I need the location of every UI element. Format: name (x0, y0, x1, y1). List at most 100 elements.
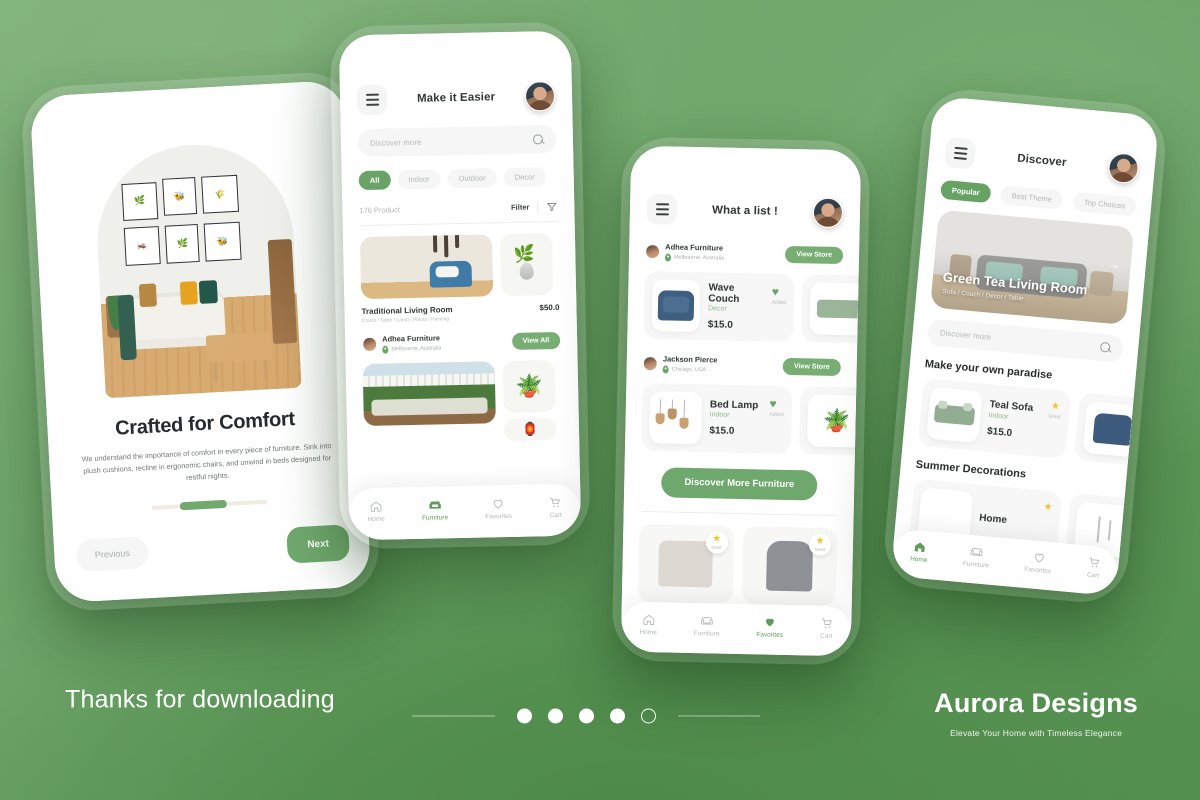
filter-label[interactable]: Filter (511, 203, 530, 212)
recommended-card[interactable]: ★ Great (741, 525, 838, 606)
pagination-dot[interactable] (516, 708, 532, 724)
plant-card[interactable]: 🪴 (502, 359, 556, 413)
filter-icon[interactable] (546, 201, 557, 212)
search-placeholder: Discover more (369, 137, 422, 148)
coffee-table (206, 332, 273, 363)
chip-decor[interactable]: Decor (503, 167, 546, 188)
avatar[interactable] (524, 80, 556, 112)
thanks-text: Thanks for downloading (65, 685, 335, 714)
favorites-screen: What a list ! Adhea Furniture Melbourne,… (620, 145, 862, 657)
nav-home[interactable]: Home (639, 612, 657, 636)
furniture-list-screen: Make it Easier Discover more All Indoor … (338, 30, 582, 541)
recommended-card[interactable]: ★ Great (637, 523, 734, 604)
pagination-line-right (677, 715, 760, 717)
lantern-card[interactable]: 🏮 (503, 417, 557, 441)
avatar[interactable] (1107, 151, 1140, 185)
product-image[interactable] (359, 234, 494, 300)
page-title: Make it Easier (416, 91, 496, 105)
pagination-dot[interactable] (547, 708, 563, 724)
pagination-dot-current[interactable] (640, 708, 656, 724)
product-price: $50.0 (539, 302, 560, 313)
next-arrow-icon[interactable]: → (1107, 256, 1121, 272)
chip-best-theme[interactable]: Best Theme (999, 185, 1064, 210)
view-all-button[interactable]: View All (511, 332, 561, 351)
previous-button[interactable]: Previous (75, 536, 150, 573)
banner-overlay (930, 209, 1135, 326)
nav-cart[interactable]: Cart (1086, 556, 1101, 580)
pendant-lamp (444, 235, 449, 258)
divider (359, 220, 558, 227)
nav-furniture[interactable]: Furniture (963, 544, 991, 570)
product-image[interactable] (362, 361, 496, 426)
nav-furniture-label: Furniture (421, 514, 449, 522)
product-price: $15.0 (986, 425, 1013, 439)
search-placeholder: Discover more (939, 328, 992, 342)
product-card[interactable]: Teal Sofa Indoor $15.0 ★ Great (917, 377, 1072, 460)
product-card[interactable]: Wave Couch Decor $15.0 ♥ Added (643, 270, 795, 342)
nav-cart-label: Cart (1086, 571, 1100, 580)
nav-home[interactable]: Home (367, 500, 385, 523)
rating-badge: ★ Great (705, 530, 728, 554)
search-input[interactable]: Discover more (926, 318, 1125, 363)
cushion (179, 281, 199, 305)
search-input[interactable]: Discover more (357, 124, 557, 158)
bottom-navigation: Home Furniture Favorites Cart (348, 483, 582, 541)
avatar[interactable] (812, 197, 844, 229)
menu-icon[interactable] (646, 193, 678, 225)
product-card[interactable]: Bed Lamp Indoor $15.0 ♥ Added (640, 382, 793, 454)
header: Make it Easier (356, 80, 556, 116)
product-card-next[interactable] (1073, 392, 1134, 465)
search-icon[interactable] (533, 134, 544, 145)
product-thumbnail (651, 278, 701, 332)
nav-furniture[interactable]: Furniture (693, 614, 720, 637)
rating-label: Great (1047, 413, 1061, 421)
nav-home[interactable]: Home (910, 540, 929, 564)
product-card-next[interactable]: 🪴 (798, 385, 857, 455)
location-pin-icon (664, 253, 672, 262)
seller-name: Jackson Pierce (662, 354, 718, 365)
sofa-icon (700, 616, 713, 625)
divider (537, 201, 539, 213)
pagination-dot[interactable] (609, 708, 625, 724)
seller-location: Chicago, USA (662, 364, 718, 374)
featured-banner[interactable]: → Green Tea Living Room Sofa / Couch / D… (930, 209, 1135, 326)
view-store-button[interactable]: View Store (782, 358, 841, 377)
brand-tagline: Elevate Your Home with Timeless Elegance (950, 728, 1123, 738)
phone-screen-3: What a list ! Adhea Furniture Melbourne,… (620, 145, 862, 657)
nav-cart-label: Cart (549, 511, 562, 520)
view-store-button[interactable]: View Store (785, 246, 844, 265)
menu-icon[interactable] (356, 84, 388, 116)
favorite-heart-icon[interactable]: ♥ (772, 284, 787, 298)
plant-card[interactable] (499, 233, 554, 297)
pagination-dot[interactable] (578, 708, 594, 724)
nav-cart[interactable]: Cart (549, 496, 562, 519)
nav-favorites[interactable]: Favorites (1024, 550, 1053, 575)
chip-top-choices[interactable]: Top Choices (1072, 191, 1137, 217)
home-icon (914, 542, 925, 553)
chip-indoor[interactable]: Indoor (397, 169, 441, 190)
nav-furniture[interactable]: Furniture (422, 498, 448, 522)
menu-icon[interactable] (943, 137, 977, 170)
chip-all[interactable]: All (358, 170, 391, 191)
search-icon[interactable] (1100, 342, 1112, 354)
discover-more-button[interactable]: Discover More Furniture (660, 466, 818, 501)
favorite-label: Added (769, 411, 784, 418)
discover-screen: Discover Popular Best Theme Top Choices … (890, 95, 1160, 597)
seller-row: Adhea Furniture Melbourne, Australia Vie… (362, 332, 561, 354)
pendant-lamp (432, 235, 437, 253)
nav-favorites[interactable]: Favorites (756, 615, 783, 638)
product-card-next[interactable] (801, 274, 859, 344)
chip-popular[interactable]: Popular (940, 179, 992, 204)
next-button[interactable]: Next (286, 524, 351, 564)
nav-cart[interactable]: Cart (820, 616, 833, 639)
nav-favorites-label: Favorites (485, 512, 513, 521)
nav-favorites[interactable]: Favorites (485, 497, 512, 521)
bookshelf (267, 239, 297, 345)
living-room-illustration: 🌿 🐝 🌾 🦗 🌿 🐝 (92, 139, 302, 399)
chip-outdoor[interactable]: Outdoor (447, 168, 497, 189)
product-name: Home (978, 512, 1008, 527)
cart-icon (550, 497, 561, 508)
product-price: $15.0 (707, 319, 733, 331)
favorite-heart-icon[interactable]: ♥ (769, 396, 784, 410)
seller-location-label: Melbourne, Australia (391, 345, 442, 353)
